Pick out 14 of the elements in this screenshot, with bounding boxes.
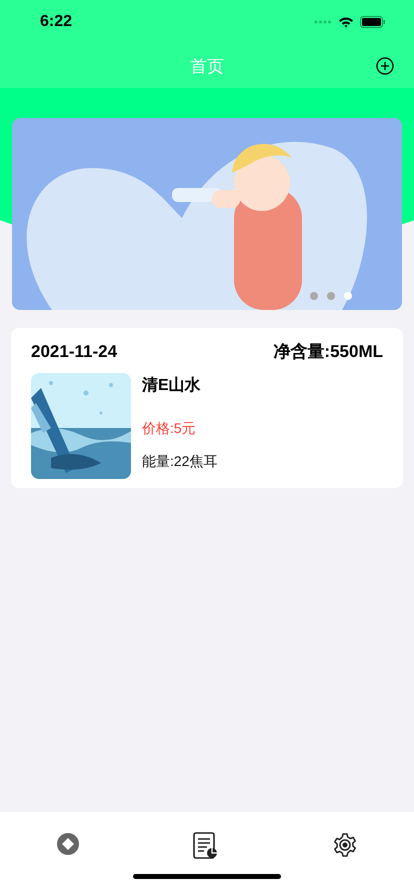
signal-icon — [314, 19, 332, 25]
product-card[interactable]: 2021-11-24 净含量:550ML 清E山水 价格:5元 能量:22焦耳 — [11, 328, 403, 488]
product-energy: 能量:22焦耳 — [142, 453, 218, 471]
product-price: 价格:5元 — [142, 420, 197, 438]
battery-icon — [360, 16, 386, 28]
report-icon[interactable] — [192, 832, 219, 860]
wifi-icon — [338, 16, 354, 28]
settings-icon[interactable] — [332, 832, 358, 860]
product-name: 清E山水 — [142, 376, 202, 396]
page-title: 首页 — [190, 56, 224, 78]
product-date: 2021-11-24 — [31, 342, 118, 362]
net-content: 净含量:550ML — [273, 341, 383, 363]
add-button[interactable] — [376, 57, 394, 75]
status-time: 6:22 — [40, 13, 72, 31]
